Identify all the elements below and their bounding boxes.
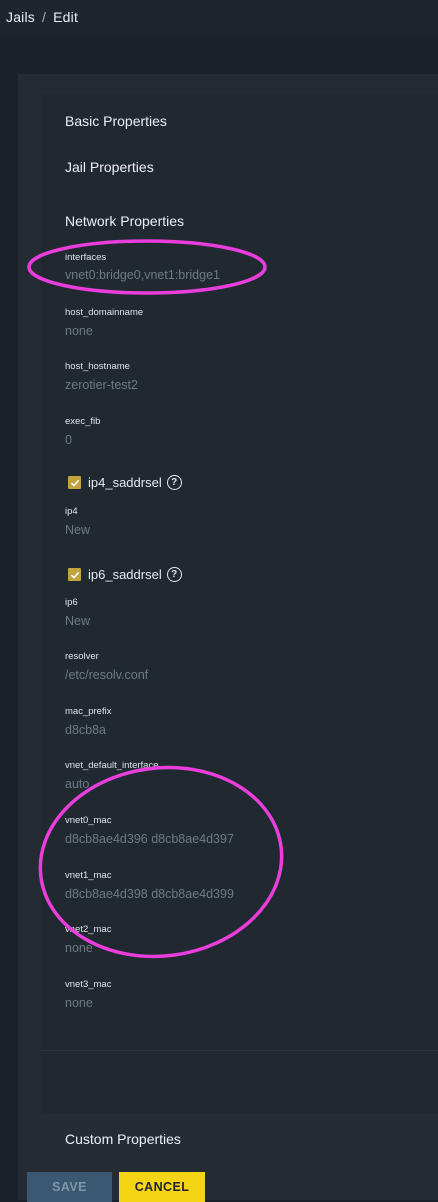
mac-prefix-label: mac_prefix bbox=[65, 706, 112, 717]
vnet1-mac-label: vnet1_mac bbox=[65, 870, 112, 881]
vnet2-mac-label: vnet2_mac bbox=[65, 924, 112, 935]
breadcrumb-jails-link[interactable]: Jails bbox=[6, 9, 35, 25]
vnet2-mac-input[interactable]: none bbox=[65, 941, 93, 955]
section-jail-properties[interactable]: Jail Properties bbox=[65, 159, 154, 175]
section-divider bbox=[41, 1050, 438, 1051]
host-domainname-input[interactable]: none bbox=[65, 324, 93, 338]
breadcrumb-separator: / bbox=[42, 9, 47, 25]
vnet1-mac-input[interactable]: d8cb8ae4d398 d8cb8ae4d399 bbox=[65, 887, 234, 901]
mac-prefix-input[interactable]: d8cb8a bbox=[65, 723, 106, 737]
breadcrumb: Jails / Edit bbox=[6, 9, 78, 25]
save-button[interactable]: SAVE bbox=[27, 1172, 112, 1202]
breadcrumb-current: Edit bbox=[53, 9, 79, 25]
ip4-label: ip4 bbox=[65, 506, 78, 517]
vnet3-mac-label: vnet3_mac bbox=[65, 979, 112, 990]
host-hostname-label: host_hostname bbox=[65, 361, 130, 372]
ip6-input[interactable]: New bbox=[65, 614, 90, 628]
ip4-saddrsel-row: ip4_saddrsel ? bbox=[68, 475, 182, 490]
exec-fib-label: exec_fib bbox=[65, 416, 101, 427]
top-bar: Jails / Edit bbox=[0, 0, 438, 36]
ip6-saddrsel-row: ip6_saddrsel ? bbox=[68, 567, 182, 582]
vnet0-mac-input[interactable]: d8cb8ae4d396 d8cb8ae4d397 bbox=[65, 832, 234, 846]
exec-fib-input[interactable]: 0 bbox=[65, 433, 72, 447]
custom-properties-bar[interactable]: Custom Properties bbox=[41, 1114, 438, 1166]
cancel-button[interactable]: CANCEL bbox=[119, 1172, 205, 1202]
checkmark-icon bbox=[70, 479, 79, 487]
section-network-properties[interactable]: Network Properties bbox=[65, 213, 184, 229]
ip4-input[interactable]: New bbox=[65, 523, 90, 537]
ip4-saddrsel-checkbox[interactable] bbox=[68, 476, 81, 489]
ip6-saddrsel-checkbox[interactable] bbox=[68, 568, 81, 581]
interfaces-label: interfaces bbox=[65, 252, 107, 263]
section-custom-properties[interactable]: Custom Properties bbox=[65, 1131, 181, 1147]
vnet0-mac-label: vnet0_mac bbox=[65, 815, 112, 826]
vnet-default-interface-input[interactable]: auto bbox=[65, 777, 89, 791]
ip6-label: ip6 bbox=[65, 597, 78, 608]
resolver-label: resolver bbox=[65, 651, 99, 662]
help-circle-icon[interactable]: ? bbox=[166, 475, 182, 490]
ip4-saddrsel-label: ip4_saddrsel bbox=[88, 475, 162, 490]
interfaces-input[interactable]: vnet0:bridge0,vnet1:bridge1 bbox=[65, 268, 220, 282]
checkmark-icon bbox=[70, 571, 79, 579]
ip6-saddrsel-label: ip6_saddrsel bbox=[88, 567, 162, 582]
vnet3-mac-input[interactable]: none bbox=[65, 996, 93, 1010]
host-hostname-input[interactable]: zerotier-test2 bbox=[65, 378, 138, 392]
host-domainname-label: host_domainname bbox=[65, 307, 144, 318]
section-basic-properties[interactable]: Basic Properties bbox=[65, 113, 167, 129]
resolver-input[interactable]: /etc/resolv.conf bbox=[65, 668, 148, 682]
help-circle-icon[interactable]: ? bbox=[166, 567, 182, 582]
vnet-default-interface-label: vnet_default_interface bbox=[65, 760, 159, 771]
